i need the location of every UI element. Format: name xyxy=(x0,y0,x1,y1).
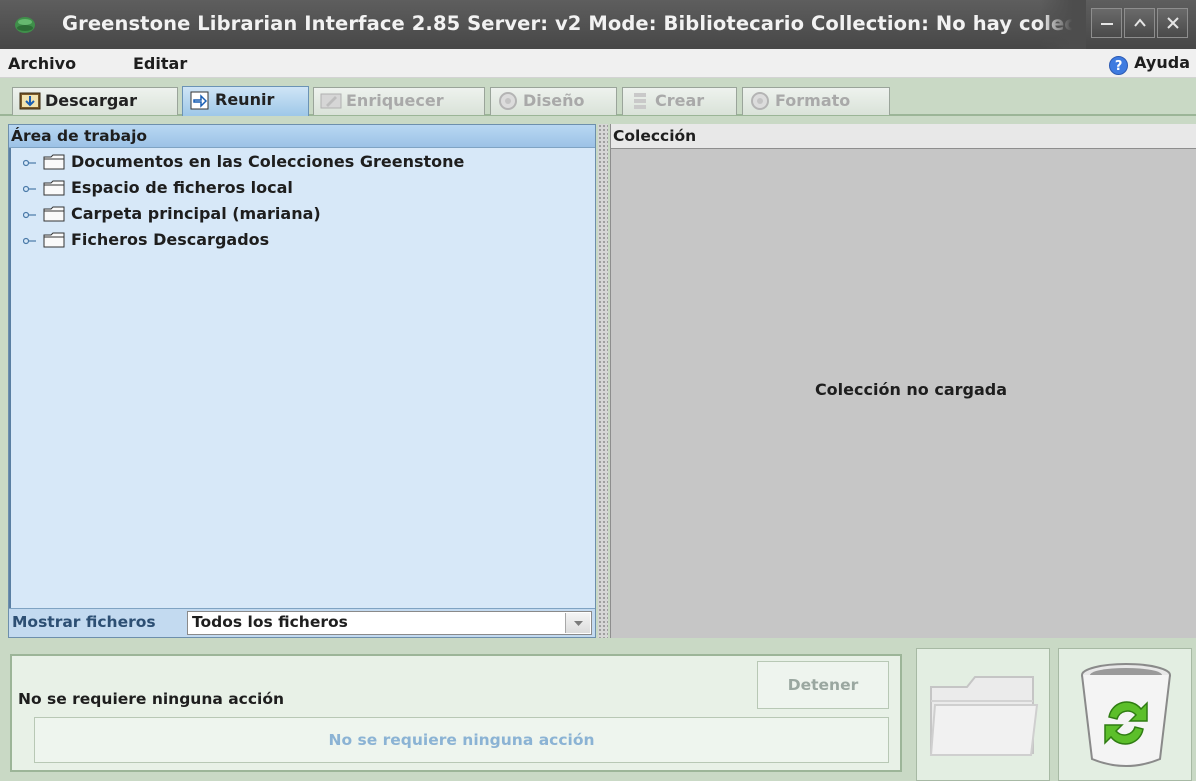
tab-download[interactable]: Descargar xyxy=(12,87,178,115)
tab-design[interactable]: Diseño xyxy=(490,87,617,115)
tree-expand-icon[interactable] xyxy=(23,237,37,245)
tab-enrich[interactable]: Enriquecer xyxy=(313,87,485,115)
tab-gather[interactable]: Reunir xyxy=(182,86,309,116)
tab-gather-label: Reunir xyxy=(215,90,275,109)
menu-edit[interactable]: Editar xyxy=(133,54,187,73)
menu-file[interactable]: Archivo xyxy=(8,54,76,73)
tree-expand-icon[interactable] xyxy=(23,185,37,193)
tree-item-label: Espacio de ficheros local xyxy=(71,178,293,197)
maximize-icon xyxy=(1134,18,1146,27)
tab-design-label: Diseño xyxy=(523,91,585,110)
file-filter-select[interactable]: Todos los ficheros xyxy=(187,611,592,635)
folder-icon xyxy=(43,232,65,248)
folder-icon xyxy=(43,206,65,222)
dropdown-button[interactable] xyxy=(565,613,590,633)
close-button[interactable] xyxy=(1157,8,1188,38)
tab-enrich-label: Enriquecer xyxy=(346,91,444,110)
tab-create[interactable]: Crear xyxy=(622,87,737,115)
file-filter-row: Mostrar ficheros Todos los ficheros xyxy=(9,608,595,637)
menu-help-label: Ayuda xyxy=(1134,53,1190,72)
tree-expand-icon[interactable] xyxy=(23,211,37,219)
tab-create-label: Crear xyxy=(655,91,705,110)
close-icon xyxy=(1167,17,1179,29)
tab-download-label: Descargar xyxy=(45,91,137,110)
minimize-button[interactable] xyxy=(1091,8,1122,38)
status-panel: No se requiere ninguna acción Detener No… xyxy=(10,654,902,772)
tree-item-label: Documentos en las Colecciones Greenstone xyxy=(71,152,465,171)
folder-icon xyxy=(43,154,65,170)
menu-bar: Archivo Editar ? Ayuda xyxy=(0,49,1196,78)
file-filter-label: Mostrar ficheros xyxy=(12,613,156,631)
minimize-icon xyxy=(1101,23,1113,25)
workspace-panel: Área de trabajo Documentos en las Colecc… xyxy=(8,124,596,638)
progress-text: No se requiere ninguna acción xyxy=(328,731,595,749)
stop-button[interactable]: Detener xyxy=(757,661,889,709)
tree-item-label: Carpeta principal (mariana) xyxy=(71,204,321,223)
tree-expand-icon[interactable] xyxy=(23,159,37,167)
greenstone-app-icon xyxy=(15,17,35,33)
format-icon xyxy=(751,92,769,110)
create-icon xyxy=(634,93,646,109)
tab-format[interactable]: Formato xyxy=(742,87,890,115)
trash-bin-icon xyxy=(1081,663,1171,767)
progress-bar: No se requiere ninguna acción xyxy=(34,717,889,763)
title-bar: Greenstone Librarian Interface 2.85 Serv… xyxy=(0,0,1196,49)
chevron-down-icon xyxy=(574,621,583,626)
folder-icon xyxy=(929,676,1039,756)
file-filter-value: Todos los ficheros xyxy=(192,613,348,631)
help-icon: ? xyxy=(1109,56,1129,75)
enrich-icon xyxy=(320,93,342,109)
panel-splitter[interactable] xyxy=(598,124,608,638)
design-icon xyxy=(499,92,517,110)
bottom-bar: No se requiere ninguna acción Detener No… xyxy=(0,641,1196,781)
tree-item-label: Ficheros Descargados xyxy=(71,230,270,249)
menu-help[interactable]: ? Ayuda xyxy=(1109,53,1190,75)
folder-icon xyxy=(43,180,65,196)
download-icon xyxy=(19,92,41,110)
status-message: No se requiere ninguna acción xyxy=(18,690,285,708)
tab-format-label: Formato xyxy=(775,91,851,110)
collection-panel: Colección Colección no cargada xyxy=(610,124,1196,638)
gather-icon xyxy=(190,91,209,110)
collection-header: Colección xyxy=(611,124,1196,149)
delete-bin-button[interactable] xyxy=(1058,648,1192,781)
workspace-header: Área de trabajo xyxy=(9,125,595,148)
workspace-tree[interactable]: Documentos en las Colecciones Greenstone… xyxy=(9,148,595,611)
maximize-button[interactable] xyxy=(1124,8,1155,38)
collection-empty-message: Colección no cargada xyxy=(814,380,1008,399)
new-folder-button[interactable] xyxy=(916,648,1050,781)
window-title: Greenstone Librarian Interface 2.85 Serv… xyxy=(62,12,1082,35)
